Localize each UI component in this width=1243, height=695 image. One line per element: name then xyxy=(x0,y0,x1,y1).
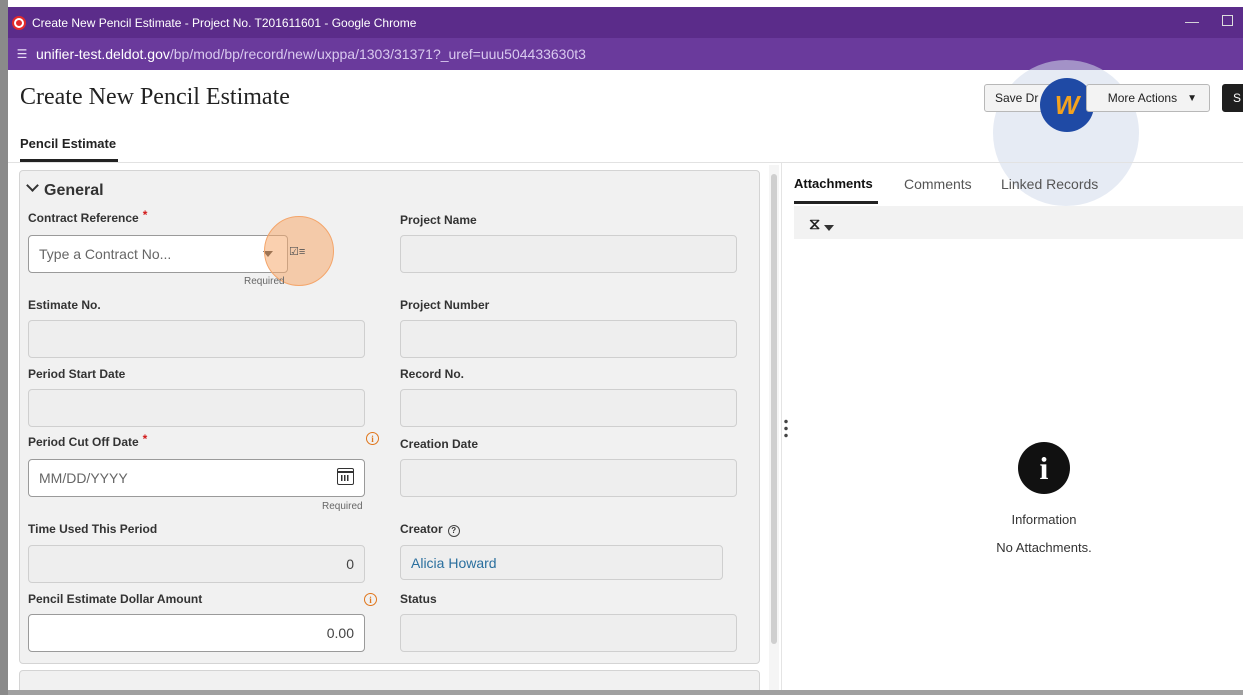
app-logo-icon xyxy=(12,15,26,30)
url-path: /bp/mod/bp/record/new/uxppa/1303/31371?_… xyxy=(169,46,586,62)
minimize-window-button[interactable]: — xyxy=(1185,13,1199,29)
submit-button[interactable]: S xyxy=(1222,84,1243,112)
pane-splitter[interactable] xyxy=(781,163,782,690)
time-used-label: Time Used This Period xyxy=(28,522,158,536)
estimate-no-label: Estimate No. xyxy=(28,298,101,312)
contract-reference-label-text: Contract Reference xyxy=(28,211,139,225)
contract-reference-label: Contract Reference * xyxy=(28,208,148,225)
info-icon[interactable]: i xyxy=(364,593,377,606)
form-scrollbar-thumb[interactable] xyxy=(771,174,777,644)
creator-label-text: Creator xyxy=(400,522,443,536)
period-cut-off-date-input[interactable]: MM/DD/YYYY xyxy=(28,459,365,497)
no-attachments-message: No Attachments. xyxy=(996,540,1092,555)
help-icon[interactable]: ? xyxy=(447,524,460,537)
tab-linked-records[interactable]: Linked Records xyxy=(1001,176,1098,192)
creator-field: Alicia Howard xyxy=(400,545,723,580)
record-no-field xyxy=(400,389,737,427)
project-number-field xyxy=(400,320,737,358)
more-actions-label: More Actions xyxy=(1107,91,1178,105)
screen-left-edge xyxy=(0,0,8,695)
required-asterisk: * xyxy=(142,208,148,222)
period-start-date-field xyxy=(28,389,365,427)
project-number-label: Project Number xyxy=(400,298,490,312)
paperclip-icon[interactable]: ⧖ xyxy=(809,216,820,234)
record-no-label: Record No. xyxy=(400,367,465,381)
creation-date-field xyxy=(400,459,737,497)
splitter-grip-icon[interactable] xyxy=(784,418,788,438)
site-settings-icon[interactable]: ☰ xyxy=(14,46,30,62)
dollar-amount-input[interactable]: 0.00 xyxy=(28,614,365,652)
date-placeholder: MM/DD/YYYY xyxy=(39,470,128,486)
project-name-field xyxy=(400,235,737,273)
url-text[interactable]: unifier-test.deldot.gov/bp/mod/bp/record… xyxy=(36,46,586,62)
active-right-tab-indicator xyxy=(794,201,878,204)
tabs-divider xyxy=(8,162,1243,163)
required-asterisk: * xyxy=(142,432,148,446)
submit-label: S xyxy=(1233,91,1242,105)
browser-title-bar: Create New Pencil Estimate - Project No.… xyxy=(8,7,1243,38)
maximize-window-button[interactable] xyxy=(1222,15,1233,26)
attach-menu-caret-icon[interactable] xyxy=(824,225,834,231)
estimate-no-field xyxy=(28,320,365,358)
information-icon: i xyxy=(1018,442,1070,494)
caret-down-icon: ▼ xyxy=(1187,92,1197,104)
contract-picker-icon[interactable]: ☑≡ xyxy=(289,245,309,259)
screen-top-strip xyxy=(0,0,1243,7)
contract-reference-input[interactable]: Type a Contract No... xyxy=(28,235,288,273)
tab-comments[interactable]: Comments xyxy=(904,176,972,192)
tab-pencil-estimate[interactable]: Pencil Estimate xyxy=(20,136,116,151)
info-icon[interactable]: i xyxy=(366,432,379,445)
save-draft-label: Save Dr xyxy=(995,91,1039,105)
status-label: Status xyxy=(400,592,437,606)
creator-value[interactable]: Alicia Howard xyxy=(411,555,497,571)
period-cut-off-date-label-text: Period Cut Off Date xyxy=(28,435,139,449)
contract-required-note: Required xyxy=(244,276,285,287)
attachments-toolbar xyxy=(794,206,1243,239)
period-start-date-label: Period Start Date xyxy=(28,367,126,381)
calendar-icon[interactable] xyxy=(337,468,354,485)
page-title: Create New Pencil Estimate xyxy=(20,84,290,110)
time-used-field: 0 xyxy=(28,545,365,583)
contract-reference-placeholder: Type a Contract No... xyxy=(39,246,172,262)
more-actions-button[interactable]: More Actions ▼ xyxy=(1086,84,1210,112)
cut-off-required-note: Required xyxy=(322,501,363,512)
period-cut-off-date-label: Period Cut Off Date * xyxy=(28,432,148,449)
dollar-amount-label: Pencil Estimate Dollar Amount xyxy=(28,592,203,606)
creation-date-label: Creation Date xyxy=(400,437,479,451)
tab-attachments[interactable]: Attachments xyxy=(794,176,873,191)
project-name-label: Project Name xyxy=(400,213,477,227)
creator-label: Creator? xyxy=(400,522,460,537)
walkme-logo-text: W xyxy=(1054,89,1080,120)
window-title: Create New Pencil Estimate - Project No.… xyxy=(32,15,417,30)
url-host: unifier-test.deldot.gov xyxy=(36,46,170,62)
screen-bottom-edge xyxy=(8,690,1243,695)
status-field xyxy=(400,614,737,652)
info-title: Information xyxy=(1011,512,1077,527)
section-title-general[interactable]: General xyxy=(44,182,104,200)
